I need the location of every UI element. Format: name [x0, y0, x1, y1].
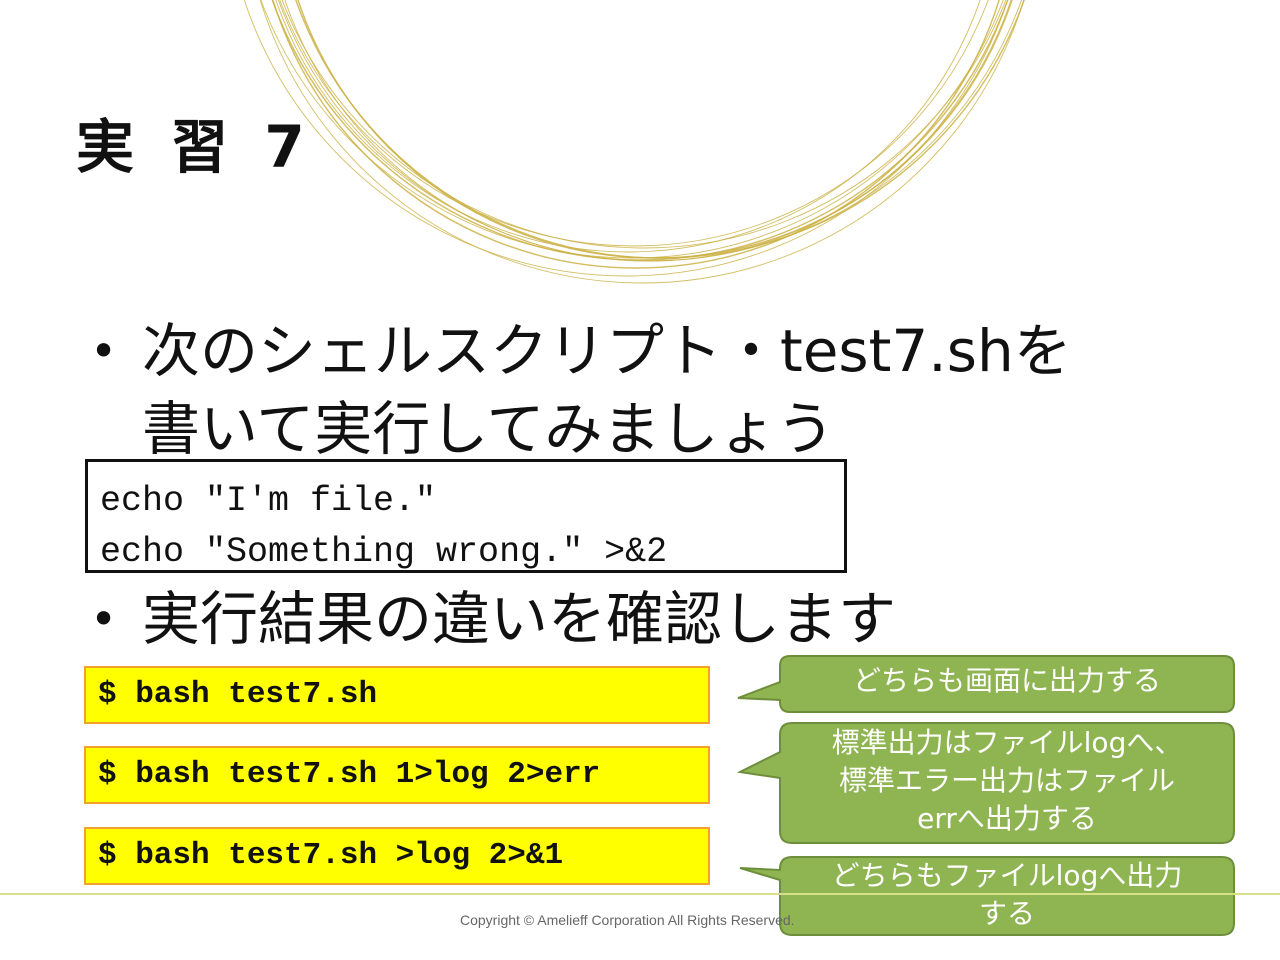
- callout-2-text: 標準出力はファイルlogへ、 標準エラー出力はファイル errへ出力する: [780, 724, 1234, 838]
- callout-2-line-3: errへ出力する: [917, 802, 1097, 835]
- callout-2-line-1: 標準出力はファイルlogへ、: [831, 726, 1183, 759]
- callout-1-text: どちらも画面に出力する: [852, 664, 1161, 697]
- callout-3-text: どちらもファイルlogへ出力 する: [780, 857, 1234, 933]
- copyright-notice: Copyright © Amelieff Corporation All Rig…: [460, 912, 795, 928]
- callout-3-line-1: どちらもファイルlogへ出力: [831, 859, 1183, 892]
- footer-divider: [0, 893, 1280, 895]
- callout-3-line-2: する: [978, 897, 1035, 930]
- callout-2-line-2: 標準エラー出力はファイル: [838, 764, 1175, 797]
